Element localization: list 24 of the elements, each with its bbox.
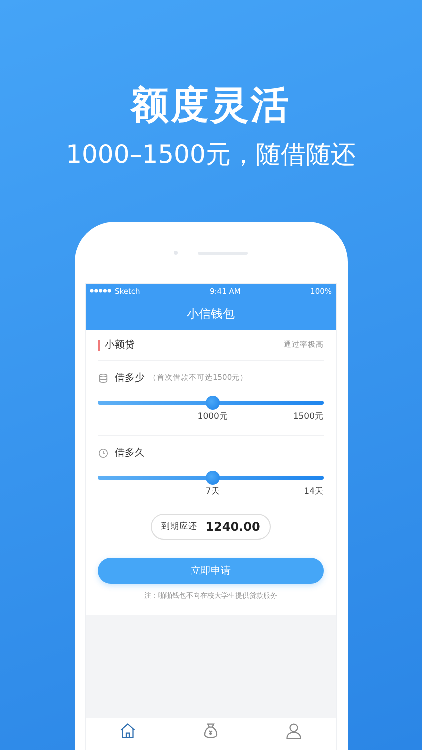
section-label: 借多久 (115, 447, 145, 460)
product-name: 小额贷 (105, 338, 135, 352)
signal-icon (90, 289, 112, 293)
coin-stack-icon (98, 372, 109, 384)
max-value: 1500元 (293, 411, 324, 423)
due-amount: 1240.00 (206, 520, 260, 534)
current-value: 7天 (206, 486, 220, 498)
money-bag-icon[interactable] (202, 722, 220, 740)
slider-track[interactable] (98, 471, 324, 485)
current-value: 1000元 (198, 411, 228, 423)
clock-icon (98, 448, 109, 458)
promo-subtitle: 1000–1500元，随借随还 (66, 139, 356, 171)
accent-bar (98, 340, 100, 350)
section-label: 借多少 (115, 372, 145, 385)
slider-thumb[interactable] (206, 471, 220, 485)
promo-title: 额度灵活 (131, 82, 291, 129)
slider-thumb[interactable] (206, 396, 220, 410)
apply-button[interactable]: 立即申请 (98, 558, 324, 584)
slider-track[interactable] (98, 396, 324, 410)
home-icon[interactable] (118, 722, 137, 740)
max-value: 14天 (304, 486, 324, 498)
user-icon[interactable] (285, 722, 304, 740)
nav-title: 小信钱包 (187, 306, 235, 322)
due-label: 到期应还 (162, 521, 198, 533)
